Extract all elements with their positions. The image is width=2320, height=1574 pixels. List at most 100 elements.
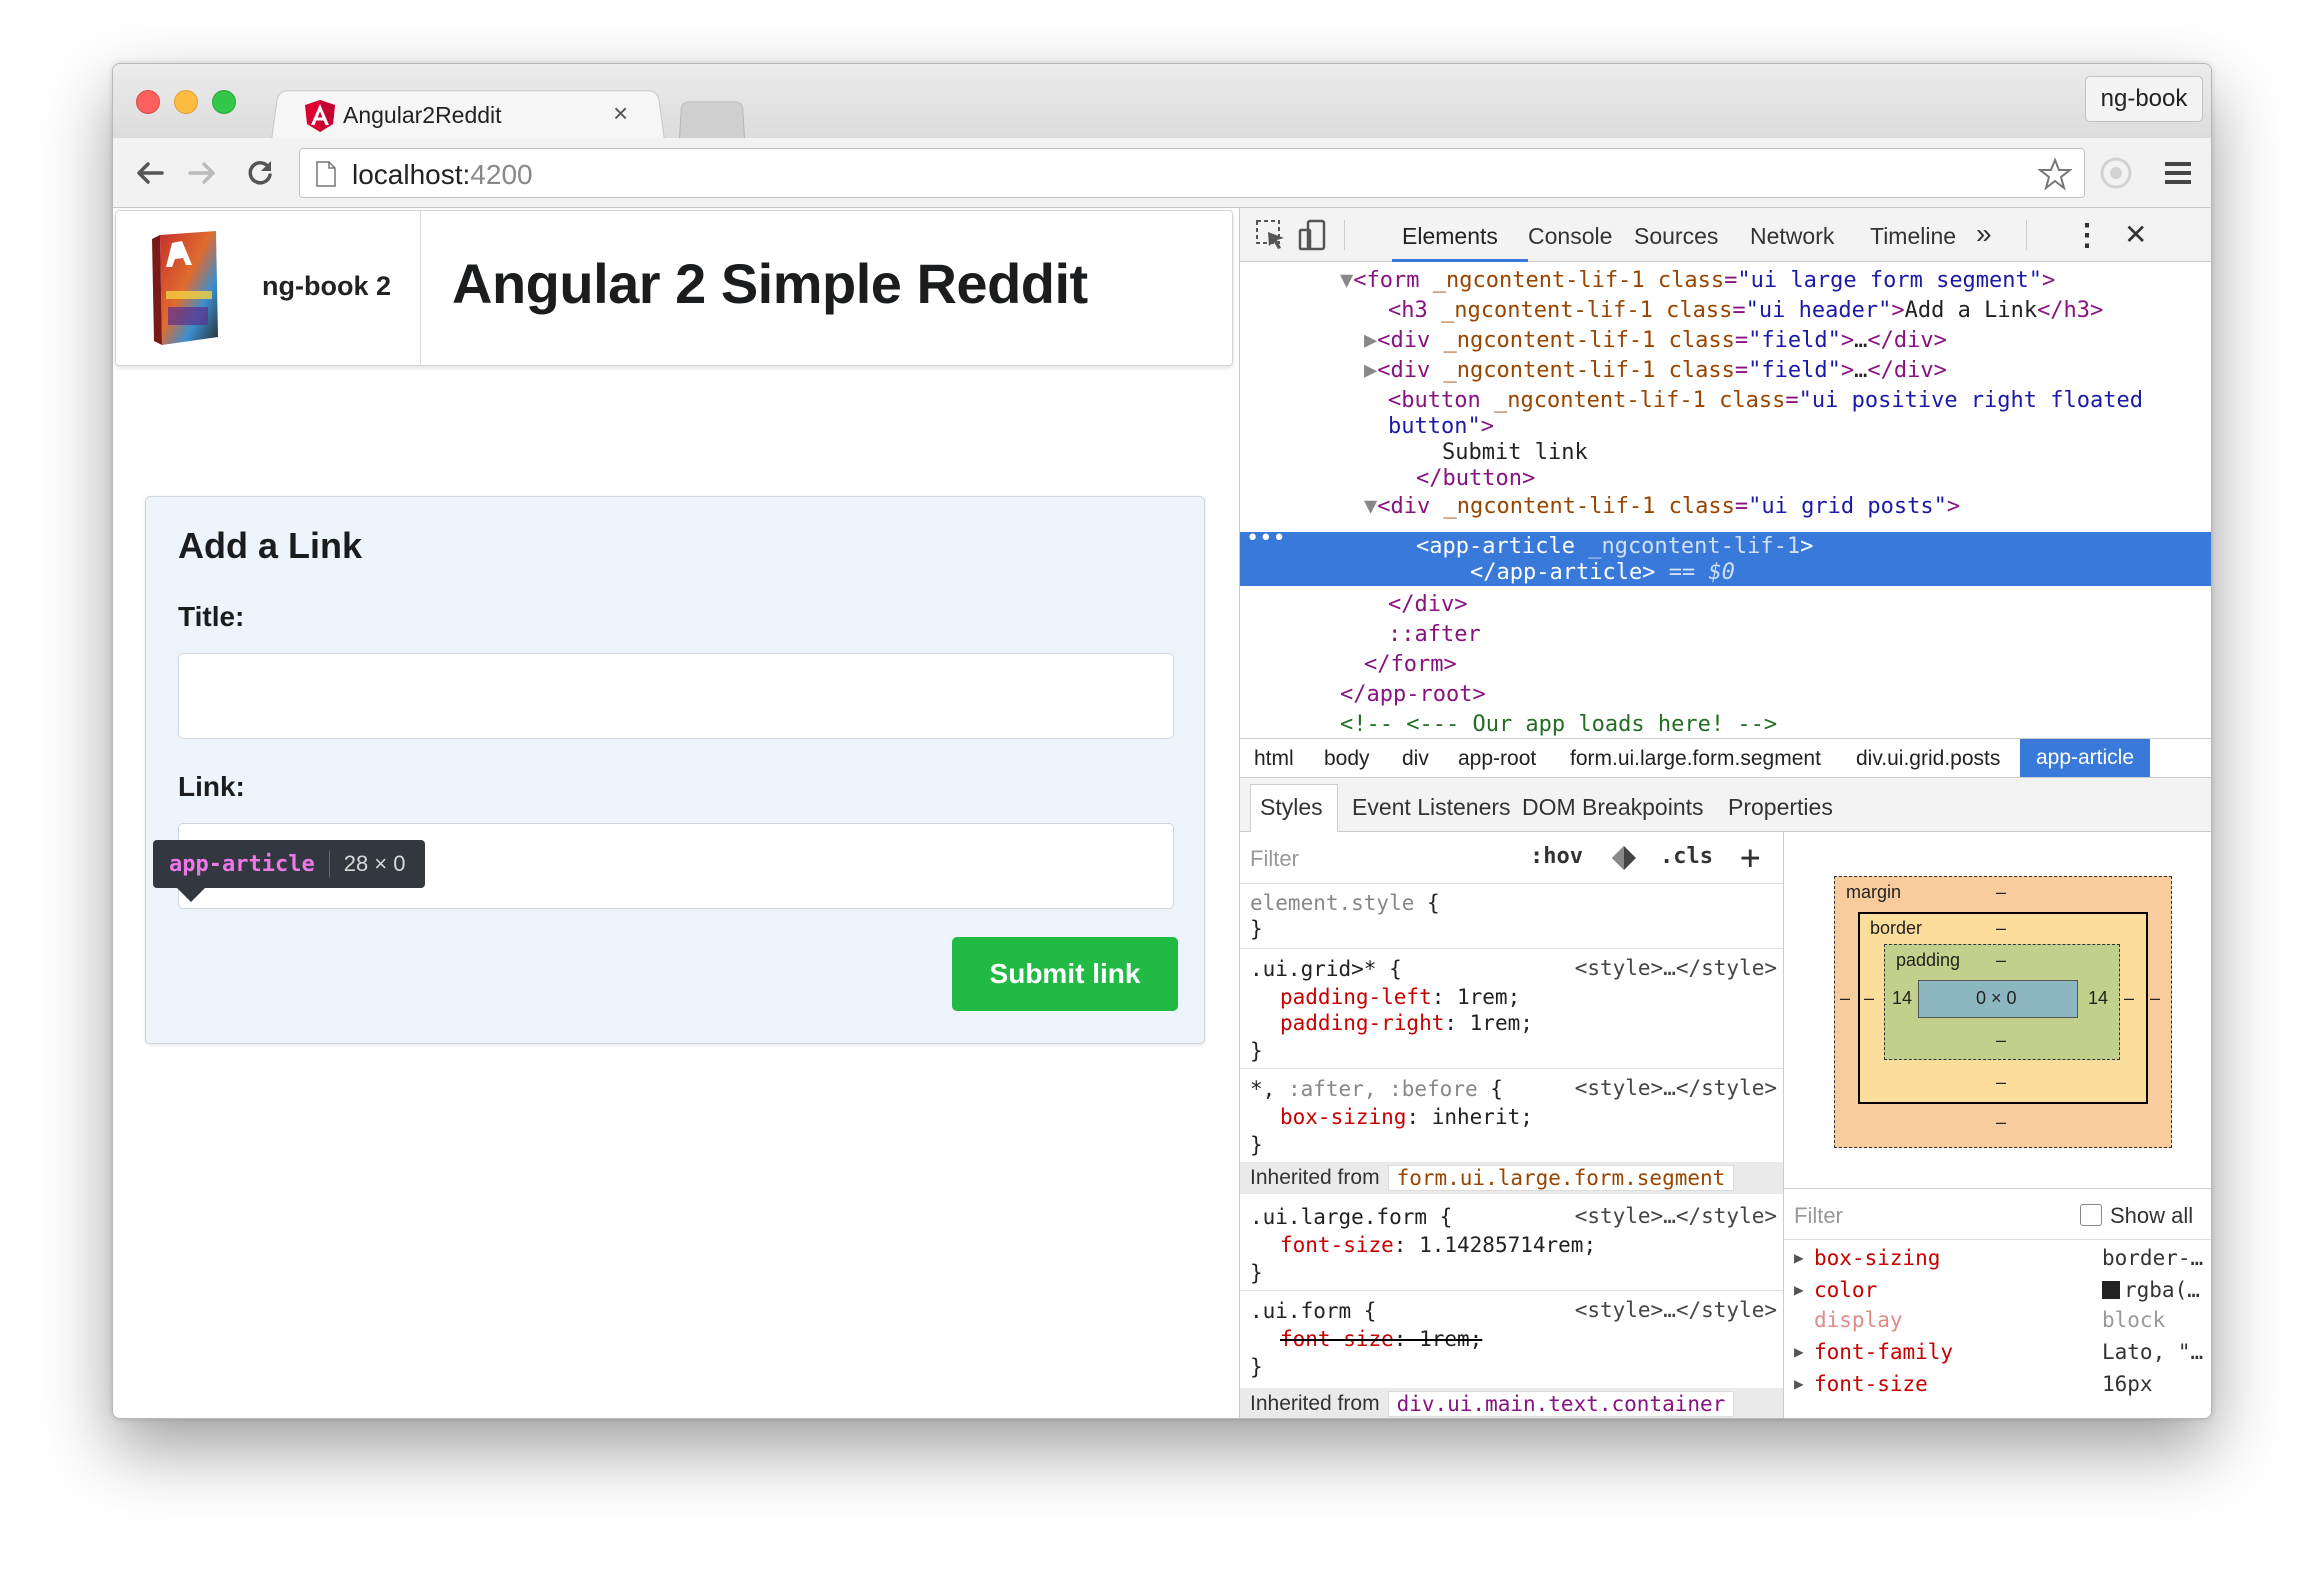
expand-triangle-icon[interactable]: ▶ [1794,1280,1804,1299]
new-rule-icon[interactable]: + [1740,838,1760,878]
element-style-rule[interactable]: element.style { [1250,890,1440,916]
style-source-link[interactable]: <style>…</style> [1575,1298,1777,1322]
dom-node-app-article[interactable]: <app-article _ngcontent-lif-1> [1416,534,1813,560]
computed-row-box-sizing[interactable]: ▶ box-sizing border-… [1784,1244,2211,1276]
border-left-value[interactable]: – [1864,988,1874,1009]
content-size[interactable]: 0 × 0 [1976,988,2017,1009]
tab-console[interactable]: Console [1528,223,1612,250]
color-swatch[interactable] [2102,1281,2120,1299]
minimize-window-button[interactable] [174,90,198,114]
ui-large-form-rule[interactable]: .ui.large.form { [1250,1204,1452,1230]
tab-sources[interactable]: Sources [1634,223,1718,250]
style-source-link[interactable]: <style>…</style> [1575,956,1777,980]
tab-event-listeners[interactable]: Event Listeners [1352,794,1511,821]
css-declaration[interactable]: padding-right: 1rem; [1280,1010,1533,1036]
profile-button[interactable]: ng-book [2085,76,2203,122]
toolbar-separator [2026,220,2027,250]
devtools-close-icon[interactable]: ✕ [2124,218,2147,251]
crumb-body[interactable]: body [1324,747,1370,771]
tab-close-icon[interactable]: × [613,98,628,129]
title-input[interactable] [178,653,1174,739]
dom-node-div-close: </div> [1388,592,1468,617]
submit-link-button[interactable]: Submit link [952,937,1178,1011]
new-tab-button[interactable] [679,101,745,138]
padding-left-value[interactable]: 14 [1892,988,1912,1009]
universal-rule[interactable]: *, :after, :before { [1250,1076,1503,1102]
dom-node-h3[interactable]: <h3 _ngcontent-lif-1 class="ui header">A… [1388,298,2103,324]
style-source-link[interactable]: <style>…</style> [1575,1076,1777,1100]
expand-triangle-icon[interactable]: ▶ [1794,1374,1804,1393]
tab-properties[interactable]: Properties [1728,794,1833,821]
maximize-window-button[interactable] [212,90,236,114]
dom-node-div-field[interactable]: ▶<div _ngcontent-lif-1 class="field">…</… [1364,358,1947,384]
address-bar[interactable]: localhost:4200 [299,148,2085,198]
dom-node-div-field[interactable]: ▶<div _ngcontent-lif-1 class="field">…</… [1364,328,1947,354]
css-declaration[interactable]: padding-left: 1rem; [1280,984,1520,1010]
padding-top-value[interactable]: – [1996,950,2006,971]
crumb-html[interactable]: html [1254,747,1294,771]
computed-row-font-family[interactable]: ▶ font-family Lato, "… [1784,1338,2211,1370]
computed-row-font-size[interactable]: ▶ font-size 16px [1784,1370,2211,1402]
hover-state-button[interactable]: :hov [1530,844,1583,869]
crumb-div-posts[interactable]: div.ui.grid.posts [1856,747,2000,771]
show-all-checkbox[interactable] [2080,1204,2102,1226]
margin-right-value[interactable]: – [2150,988,2160,1009]
dom-node-after[interactable]: ::after [1388,622,1481,648]
more-tabs-icon[interactable]: » [1976,218,1992,250]
inspect-element-icon[interactable] [1254,218,1288,252]
tab-dom-breakpoints[interactable]: DOM Breakpoints [1522,794,1704,821]
dom-node-comment[interactable]: <!-- <--- Our app loads here! --> [1340,712,1777,738]
bookmark-star-icon[interactable] [2038,157,2072,191]
ui-form-rule[interactable]: .ui.form { [1250,1298,1376,1324]
node-ellipsis-icon[interactable]: ••• [1246,526,1286,552]
styles-filter-input[interactable]: Filter [1250,846,1299,872]
close-window-button[interactable] [136,90,160,114]
crumb-app-article[interactable]: app-article [2020,739,2150,777]
crumb-form[interactable]: form.ui.large.form.segment [1570,747,1821,771]
site-header: ng-book 2 Angular 2 Simple Reddit [115,210,1233,366]
margin-top-value[interactable]: – [1996,882,2006,903]
dom-node-button[interactable]: <button _ngcontent-lif-1 class="ui posit… [1388,388,2143,414]
style-source-link[interactable]: <style>…</style> [1575,1204,1777,1228]
crumb-app-root[interactable]: app-root [1458,747,1536,771]
back-button[interactable] [129,152,171,194]
class-toggle-button[interactable]: .cls [1660,844,1713,869]
ui-grid-rule[interactable]: .ui.grid>* { [1250,956,1402,982]
ng-book-cover-image[interactable] [152,231,222,345]
reload-button[interactable] [239,152,281,194]
forward-button[interactable] [181,152,223,194]
tab-network[interactable]: Network [1750,223,1834,250]
border-bottom-value[interactable]: – [1996,1072,2006,1093]
device-toolbar-icon[interactable] [1296,218,1330,252]
padding-right-value[interactable]: 14 [2088,988,2108,1009]
tab-styles[interactable]: Styles [1260,794,1323,821]
inherited-selector-link[interactable]: div.ui.main.text.container [1387,1391,1735,1417]
dom-node-div-posts[interactable]: ▼<div _ngcontent-lif-1 class="ui grid po… [1364,494,1960,520]
dom-node-form[interactable]: ▼<form _ngcontent-lif-1 class="ui large … [1340,268,2055,294]
computed-filter-input[interactable]: Filter [1794,1203,1843,1229]
inherited-selector-link[interactable]: form.ui.large.form.segment [1387,1165,1735,1191]
tab-angular2reddit[interactable]: Angular2Reddit × [293,94,653,138]
extension-icon[interactable] [2099,156,2133,190]
hamburger-menu-icon[interactable] [2163,158,2193,188]
color-format-icon[interactable] [1610,844,1638,872]
border-right-value[interactable]: – [2124,988,2134,1009]
title-bar: Angular2Reddit × ng-book [113,64,2211,140]
brand-name[interactable]: ng-book 2 [262,271,391,302]
crumb-div[interactable]: div [1402,747,1429,771]
margin-left-value[interactable]: – [1840,988,1850,1009]
devtools-menu-icon[interactable]: ⋮ [2072,218,2102,253]
show-all-label[interactable]: Show all [2110,1203,2193,1229]
expand-triangle-icon[interactable]: ▶ [1794,1248,1804,1267]
margin-bottom-value[interactable]: – [1996,1112,2006,1133]
padding-bottom-value[interactable]: – [1996,1030,2006,1051]
css-declaration-overridden[interactable]: font-size: 1rem; [1280,1326,1482,1352]
computed-row-color[interactable]: ▶ color rgba(… [1784,1276,2211,1308]
expand-triangle-icon[interactable]: ▶ [1794,1342,1804,1361]
tab-elements[interactable]: Elements [1402,223,1498,250]
tab-timeline[interactable]: Timeline [1870,223,1956,250]
css-declaration[interactable]: box-sizing: inherit; [1280,1104,1533,1130]
border-top-value[interactable]: – [1996,918,2006,939]
computed-row-display[interactable]: display block [1784,1306,2211,1338]
css-declaration[interactable]: font-size: 1.14285714rem; [1280,1232,1596,1258]
